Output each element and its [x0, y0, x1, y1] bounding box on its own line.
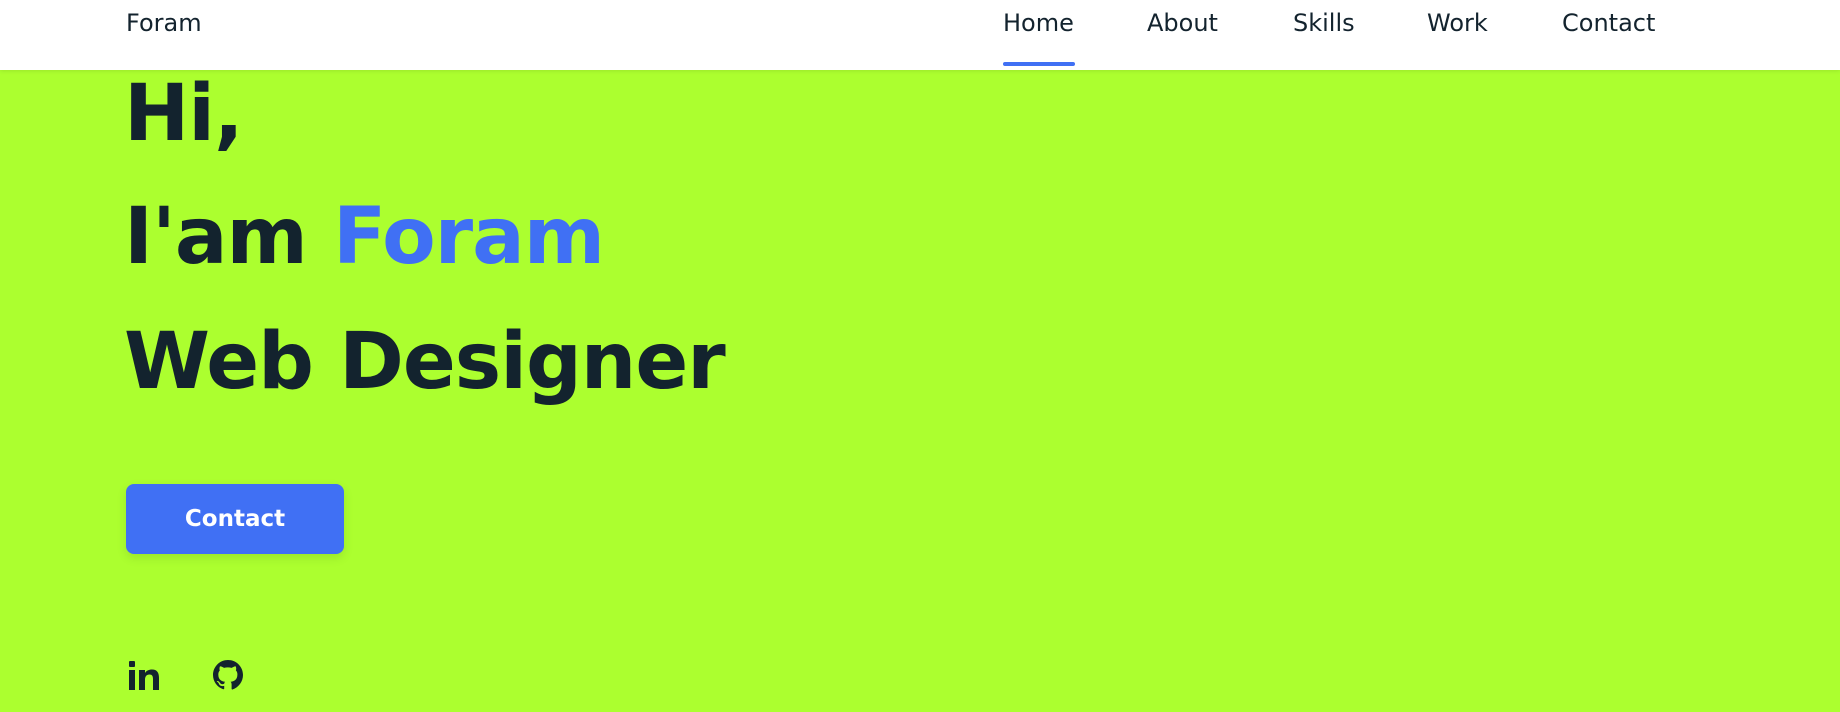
hero-intro: I'am Foram — [124, 198, 605, 276]
nav-item-about[interactable]: About — [1147, 9, 1218, 37]
active-nav-indicator — [1003, 62, 1075, 66]
nav-item-skills[interactable]: Skills — [1293, 9, 1355, 37]
main-nav: Home About Skills Work Contact — [0, 9, 1840, 66]
nav-item-home[interactable]: Home — [1003, 9, 1074, 37]
hero-intro-prefix: I'am — [124, 192, 308, 282]
linkedin-icon[interactable] — [127, 658, 161, 692]
nav-item-work[interactable]: Work — [1427, 9, 1488, 37]
site-header: Foram Home About Skills Work Contact — [0, 0, 1840, 70]
nav-item-contact[interactable]: Contact — [1562, 9, 1655, 37]
hero-role: Web Designer — [124, 317, 726, 407]
hero-name: Foram — [332, 192, 605, 282]
hero-greeting: Hi, — [124, 69, 244, 159]
github-icon[interactable] — [211, 658, 245, 692]
hero-section: Hi, I'am Foram Web Designer Contact — [0, 70, 1840, 712]
contact-button[interactable]: Contact — [126, 484, 344, 554]
